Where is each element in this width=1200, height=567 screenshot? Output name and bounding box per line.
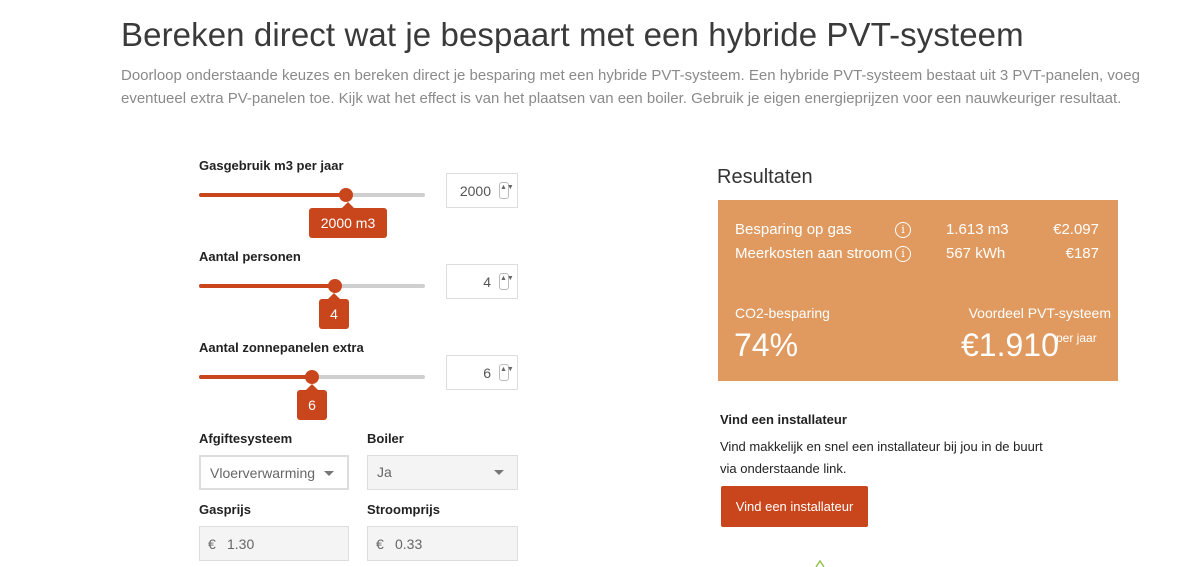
page-title: Bereken direct wat je bespaart met een h… (121, 16, 1024, 53)
power-cost-value: €187 (1065, 245, 1099, 262)
slider-fill (199, 193, 346, 197)
slider-fill (199, 284, 335, 288)
gasprijs-value: 1.30 (227, 536, 255, 552)
boiler-select[interactable]: Ja (367, 455, 518, 490)
info-icon[interactable]: i (895, 222, 911, 238)
co2-label: CO2-besparing (735, 305, 830, 321)
panels-label: Aantal zonnepanelen extra (199, 340, 364, 355)
stroomprijs-label: Stroomprijs (367, 502, 440, 517)
afgifte-select[interactable]: Vloerverwarming (199, 455, 349, 490)
panels-input[interactable]: 6 ▲▼ (446, 355, 518, 390)
gas-usage-value: 2000 (459, 183, 491, 199)
power-cost-label: Meerkosten aan stroom (735, 245, 893, 262)
benefit-value: €1.910 (961, 327, 1059, 363)
gas-usage-slider[interactable] (199, 188, 425, 202)
co2-value: 74% (734, 327, 799, 363)
intro-text: Doorloop onderstaande keuzes en bereken … (121, 67, 1140, 107)
installer-text: Vind makkelijk en snel een installateur … (720, 439, 1043, 476)
persons-value: 4 (483, 274, 491, 290)
power-cost-amount: 567 kWh (946, 245, 1006, 262)
chevron-down-icon (494, 470, 504, 475)
stepper-icon[interactable]: ▲▼ (499, 182, 514, 199)
stroomprijs-input[interactable]: € 0.33 (367, 526, 518, 561)
per-year-label: per jaar (1056, 331, 1097, 345)
slider-fill (199, 375, 312, 379)
panels-value: 6 (483, 365, 491, 381)
gasprijs-label: Gasprijs (199, 502, 252, 517)
euro-icon: € (208, 536, 216, 552)
persons-bubble: 4 (319, 293, 349, 329)
persons-slider[interactable] (199, 279, 425, 293)
leaf-icon (815, 560, 825, 567)
stepper-icon[interactable]: ▲▼ (499, 273, 514, 290)
boiler-value: Ja (377, 464, 392, 480)
results-panel: Besparing op gas i 1.613 m3 €2.097 Meerk… (718, 200, 1118, 381)
stroomprijs-value: 0.33 (395, 536, 423, 552)
info-icon[interactable]: i (895, 246, 911, 262)
gas-usage-bubble: 2000 m3 (309, 202, 387, 238)
panels-slider[interactable] (199, 370, 425, 384)
euro-icon: € (376, 536, 384, 552)
gas-saving-value: €2.097 (1053, 221, 1099, 238)
gas-saving-amount: 1.613 m3 (946, 221, 1009, 238)
slider-thumb[interactable] (338, 188, 353, 202)
boiler-label: Boiler (367, 431, 404, 446)
stepper-icon[interactable]: ▲▼ (499, 364, 514, 381)
afgifte-label: Afgiftesysteem (199, 431, 293, 446)
gas-usage-label: Gasgebruik m3 per jaar (199, 158, 344, 173)
persons-input[interactable]: 4 ▲▼ (446, 264, 518, 299)
results-title: Resultaten (717, 166, 813, 188)
benefit-label: Voordeel PVT-systeem (968, 305, 1111, 321)
slider-thumb[interactable] (305, 370, 319, 384)
persons-label: Aantal personen (199, 249, 301, 264)
gas-saving-label: Besparing op gas (735, 221, 852, 238)
slider-thumb[interactable] (327, 279, 342, 293)
chevron-down-icon (324, 471, 334, 476)
installer-title: Vind een installateur (720, 412, 847, 427)
afgifte-value: Vloerverwarming (210, 465, 316, 481)
gasprijs-input[interactable]: € 1.30 (199, 526, 349, 561)
gas-usage-input[interactable]: 2000 ▲▼ (446, 173, 518, 208)
find-installer-button[interactable]: Vind een installateur (721, 486, 868, 527)
panels-bubble: 6 (297, 384, 327, 420)
